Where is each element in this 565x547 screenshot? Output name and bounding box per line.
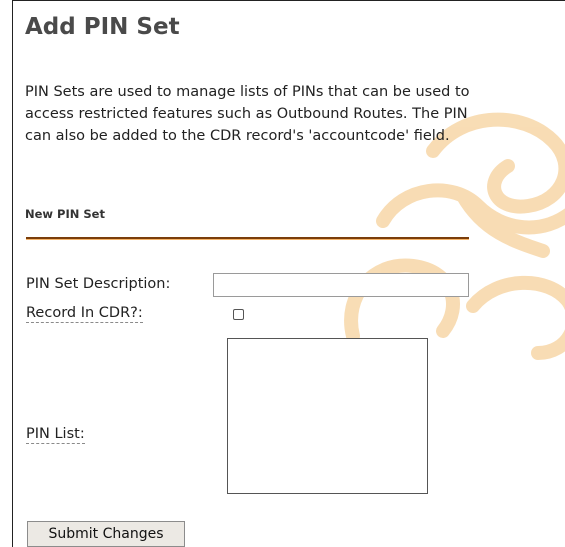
intro-line: access restricted features such as Outbo… [25,106,468,122]
section-heading: New PIN Set [25,207,105,221]
pin-list-label: PIN List: [26,426,85,444]
section-divider [26,237,469,240]
record-cdr-checkbox[interactable] [233,309,244,320]
page-title: Add PIN Set [25,14,180,40]
description-field[interactable] [213,273,469,297]
pin-list-textarea[interactable] [227,338,428,494]
intro-text: PIN Sets are used to manage lists of PIN… [25,81,565,147]
record-cdr-label: Record In CDR?: [26,305,143,323]
page-frame: Add PIN Set PIN Sets are used to manage … [12,0,565,547]
intro-line: PIN Sets are used to manage lists of PIN… [25,84,470,100]
submit-button[interactable]: Submit Changes [27,521,185,547]
intro-line: can also be added to the CDR record's 'a… [25,128,450,144]
description-label: PIN Set Description: [26,276,171,292]
